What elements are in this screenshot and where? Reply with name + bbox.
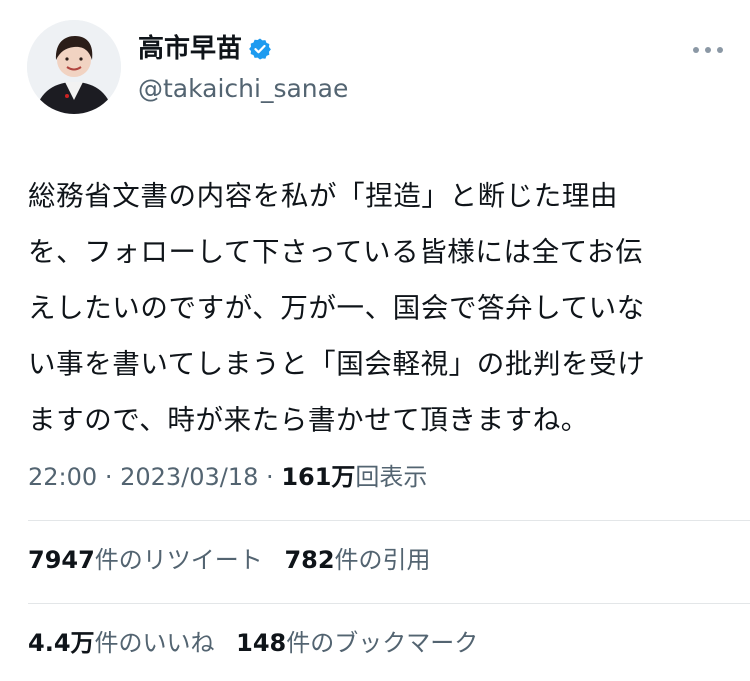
meta-separator: · (266, 463, 282, 491)
display-name-row[interactable]: 高市早苗 (138, 34, 272, 64)
tweet-text-line: えしたいのですが、万が一、国会で答弁していな (28, 292, 645, 324)
tweet-text-line: ますので、時が来たら書かせて頂きますね。 (28, 404, 589, 436)
divider (28, 603, 750, 604)
quotes-count: 782 (284, 546, 335, 574)
likes-count: 4.4万 (28, 629, 95, 657)
bookmarks-count: 148 (236, 629, 287, 657)
tweet-text-line: を、フォローして下さっている皆様には全てお伝 (28, 236, 644, 268)
divider (28, 520, 750, 521)
likes-stat[interactable]: 4.4万件のいいね (28, 628, 215, 658)
tweet-text-line: 総務省文書の内容を私が「捏造」と断じた理由 (28, 180, 619, 212)
stats-row-likes: 4.4万件のいいね 148件のブックマーク (28, 628, 492, 658)
quotes-stat[interactable]: 782件の引用 (284, 545, 430, 575)
retweets-count: 7947 (28, 546, 95, 574)
avatar[interactable] (27, 20, 121, 114)
tweet-text-line: い事を書いてしまうと「国会軽視」の批判を受け (28, 348, 646, 380)
tweet-text: 総務省文書の内容を私が「捏造」と断じた理由 を、フォローして下さっている皆様には… (28, 168, 728, 448)
likes-label: 件のいいね (94, 629, 215, 657)
stats-row-reposts: 7947件のリツイート 782件の引用 (28, 545, 445, 575)
retweets-stat[interactable]: 7947件のリツイート (28, 545, 263, 575)
quotes-label: 件の引用 (334, 546, 431, 574)
tweet-header: 高市早苗 @takaichi_sanae (0, 0, 750, 130)
verified-badge-icon (248, 37, 272, 61)
bookmarks-label: 件のブックマーク (286, 629, 479, 657)
views-label: 回表示 (355, 463, 428, 491)
tweet-time[interactable]: 22:00 (28, 463, 97, 491)
avatar-image (27, 20, 121, 114)
more-options-icon[interactable] (690, 42, 726, 58)
display-name[interactable]: 高市早苗 (138, 34, 242, 64)
meta-separator: · (104, 463, 121, 491)
retweets-label: 件のリツイート (94, 546, 263, 574)
tweet-meta: 22:00 · 2023/03/18 · 161万回表示 (28, 462, 427, 492)
user-handle[interactable]: @takaichi_sanae (138, 74, 348, 104)
views-count: 161万 (281, 463, 356, 491)
bookmarks-stat[interactable]: 148件のブックマーク (236, 628, 478, 658)
tweet-date[interactable]: 2023/03/18 (120, 463, 258, 491)
